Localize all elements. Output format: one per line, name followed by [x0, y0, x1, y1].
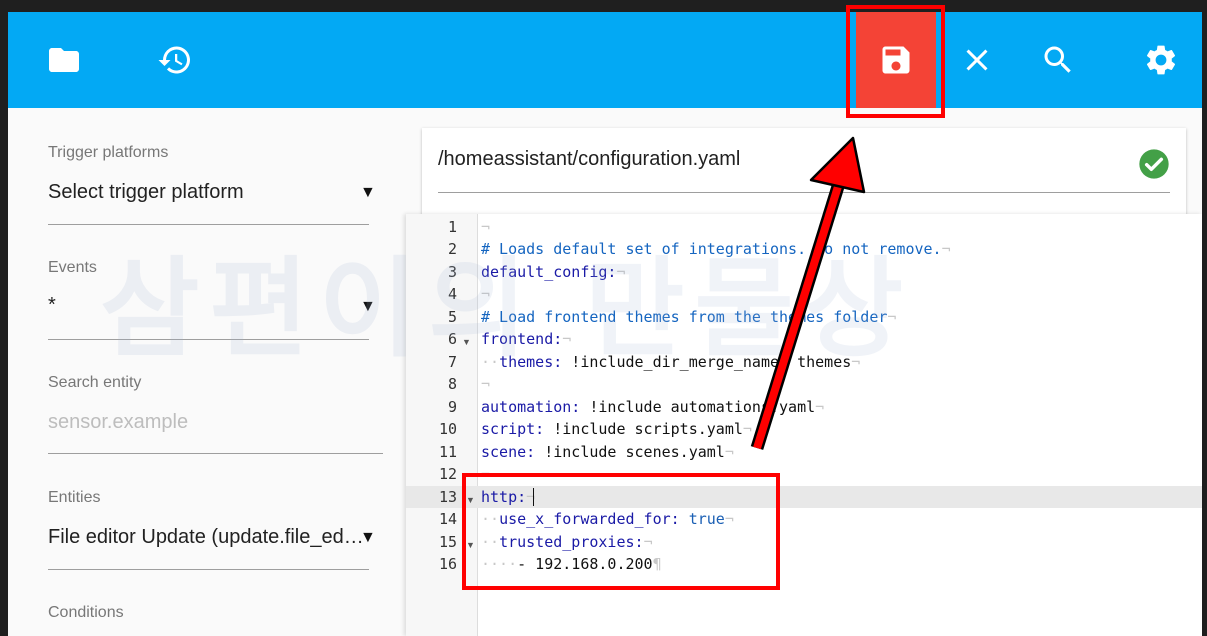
- line-number: 9: [447, 398, 457, 416]
- line-number: 12: [438, 465, 457, 483]
- entities-underline: [48, 569, 369, 570]
- yaml-key: scene:: [481, 443, 536, 461]
- line-number: 11: [438, 443, 457, 461]
- code-line-9: automation: !include automations.yaml¬: [481, 398, 825, 416]
- line-number: 14: [438, 510, 457, 528]
- line-number: 16: [438, 555, 457, 573]
- yaml-value: !include scenes.yaml: [535, 443, 725, 461]
- save-button-highlight-box: [846, 5, 945, 118]
- entities-label: Entities: [48, 489, 101, 506]
- line-number: 10: [438, 420, 457, 438]
- conditions-label: Conditions: [48, 604, 124, 621]
- search-entity-underline: [48, 453, 383, 454]
- close-icon: [966, 49, 988, 71]
- history-icon: [158, 46, 190, 74]
- watermark: 삼편이의 만물상: [100, 247, 914, 372]
- yaml-key: automation:: [481, 398, 581, 416]
- check-circle-icon: [1139, 149, 1169, 179]
- window-left-edge: [0, 12, 8, 636]
- chevron-down-icon[interactable]: ▼: [360, 529, 376, 547]
- events-label: Events: [48, 259, 97, 276]
- trigger-platforms-label: Trigger platforms: [48, 144, 169, 161]
- browse-files-button[interactable]: [24, 12, 104, 108]
- yaml-key: script:: [481, 420, 545, 438]
- file-path: /homeassistant/configuration.yaml: [438, 148, 741, 170]
- file-path-underline: [438, 192, 1170, 193]
- gear-icon: [1146, 45, 1176, 75]
- window-top-edge: [0, 0, 1207, 12]
- code-line-10: script: !include scripts.yaml¬: [481, 420, 752, 438]
- close-button[interactable]: [937, 12, 1017, 108]
- http-config-highlight-box: [462, 473, 780, 590]
- settings-button[interactable]: [1121, 12, 1201, 108]
- history-button[interactable]: [135, 12, 215, 108]
- trigger-platform-select[interactable]: Select trigger platform: [48, 181, 244, 204]
- search-button[interactable]: [1018, 12, 1098, 108]
- line-number: 13: [438, 488, 457, 506]
- yaml-value: !include automations.yaml: [580, 398, 816, 416]
- search-icon: [1044, 46, 1071, 73]
- yaml-value: !include scripts.yaml: [544, 420, 743, 438]
- entities-select[interactable]: File editor Update (update.file_ed…: [48, 526, 364, 549]
- line-number: 15: [438, 533, 457, 551]
- events-select[interactable]: *: [48, 294, 56, 317]
- folder-icon: [49, 48, 79, 72]
- chevron-down-icon[interactable]: ▼: [360, 184, 376, 202]
- window-right-edge: [1202, 12, 1207, 636]
- search-entity-input[interactable]: sensor.example: [48, 411, 188, 434]
- code-line-11: scene: !include scenes.yaml¬: [481, 443, 734, 461]
